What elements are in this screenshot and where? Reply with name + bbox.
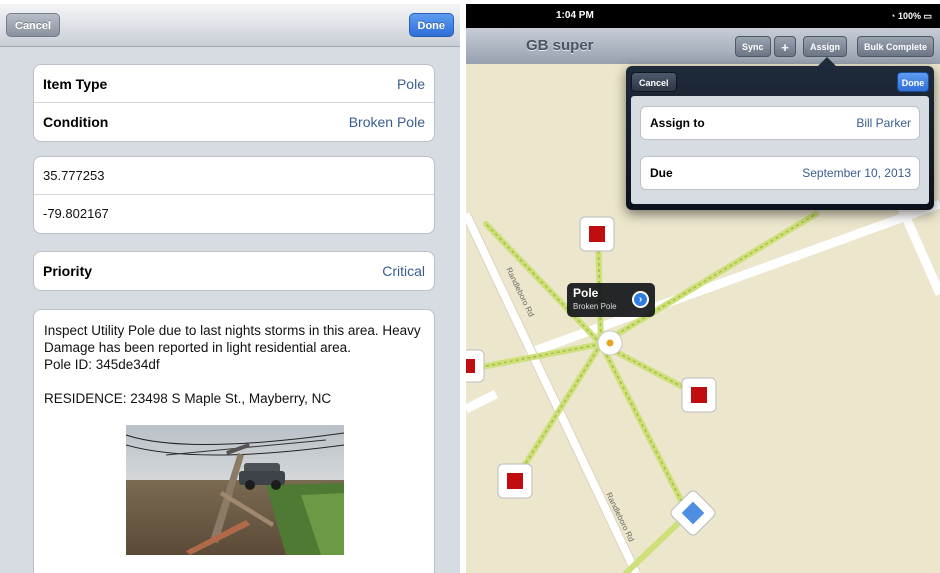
due-value: September 10, 2013 (802, 166, 911, 180)
map-panel: 1:04 PM ◔ 100% ▭ GB super Sync + Assign … (466, 4, 940, 573)
map-title: GB super (526, 37, 594, 54)
damage-photo[interactable] (126, 425, 344, 555)
status-time: 1:04 PM (556, 10, 594, 21)
disclosure-arrow-icon[interactable]: › (632, 291, 649, 308)
item-type-label: Item Type (43, 76, 108, 92)
item-type-value: Pole (396, 76, 425, 92)
pole-callout[interactable]: Pole Broken Pole › (567, 283, 655, 317)
bulk-complete-button[interactable]: Bulk Complete (857, 36, 935, 57)
assign-to-label: Assign to (650, 116, 705, 130)
assign-button[interactable]: Assign (803, 36, 848, 57)
broken-pole-photo-image (126, 425, 344, 555)
assign-to-row[interactable]: Assign to Bill Parker (640, 106, 920, 140)
latitude-field[interactable]: 35.777253 (34, 157, 434, 195)
item-details-group: Item Type Pole Condition Broken Pole (33, 64, 435, 142)
priority-row[interactable]: Priority Critical (34, 252, 434, 290)
due-row[interactable]: Due September 10, 2013 (640, 156, 920, 190)
popover-cancel-button[interactable]: Cancel (631, 72, 677, 92)
latitude-value: 35.777253 (43, 168, 105, 183)
callout-subtitle: Broken Pole (573, 302, 617, 311)
status-bar: 1:04 PM ◔ 100% ▭ (466, 4, 940, 28)
cancel-button[interactable]: Cancel (6, 13, 61, 37)
notes-field[interactable]: Inspect Utility Pole due to last nights … (33, 309, 435, 573)
due-label: Due (650, 166, 673, 180)
marker-red-2[interactable] (466, 349, 485, 383)
popover-done-button[interactable]: Done (897, 72, 929, 92)
condition-value: Broken Pole (348, 114, 425, 130)
sync-button[interactable]: Sync (735, 36, 771, 57)
marker-red-3[interactable] (681, 377, 717, 413)
notes-pole-id: Pole ID: 345de34df (44, 357, 160, 372)
priority-value: Critical (382, 263, 425, 279)
priority-group: Priority Critical (33, 251, 435, 291)
item-form-panel: Cancel Done Item Type Pole Condition Bro… (0, 4, 460, 573)
condition-label: Condition (43, 114, 109, 130)
longitude-field[interactable]: -79.802167 (34, 195, 434, 233)
callout-title: Pole (573, 286, 599, 300)
item-type-row[interactable]: Item Type Pole (34, 65, 434, 103)
marker-red-1[interactable] (579, 216, 615, 252)
marker-red-4[interactable] (497, 463, 533, 499)
done-button[interactable]: Done (408, 13, 454, 37)
popover-arrow (817, 57, 837, 67)
assign-popover: Cancel Done Assign to Bill Parker Due Se… (626, 57, 934, 210)
notes-residence: RESIDENCE: 23498 S Maple St., Mayberry, … (44, 391, 332, 406)
selected-pole-marker[interactable] (597, 330, 623, 356)
form-nav-bar: Cancel Done (0, 4, 460, 47)
notes-description: Inspect Utility Pole due to last nights … (44, 323, 421, 355)
longitude-value: -79.802167 (43, 206, 109, 221)
map-nav-bar: GB super Sync + Assign Bulk Complete (466, 28, 940, 65)
status-battery: ◔ 100% ▭ (890, 11, 932, 21)
add-button[interactable]: + (774, 36, 796, 57)
popover-body: Assign to Bill Parker Due September 10, … (631, 96, 929, 204)
coordinates-group: 35.777253 -79.802167 (33, 156, 435, 234)
condition-row[interactable]: Condition Broken Pole (34, 103, 434, 141)
battery-level: 100% (897, 11, 921, 21)
assign-to-value: Bill Parker (856, 116, 911, 130)
priority-label: Priority (43, 263, 93, 279)
